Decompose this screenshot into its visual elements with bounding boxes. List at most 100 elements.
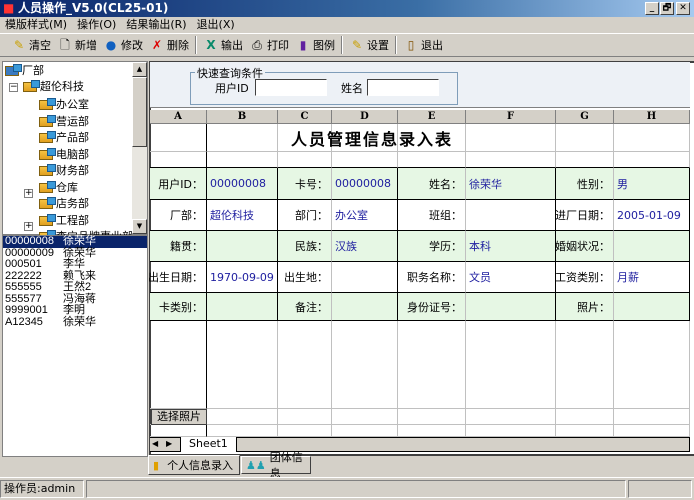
sheet-cell[interactable] xyxy=(150,321,207,409)
sheet-cell[interactable] xyxy=(556,124,614,152)
tab-personal-info[interactable]: ▮ 个人信息录入 xyxy=(148,455,240,475)
sheet-cell[interactable] xyxy=(466,425,556,437)
menu-exit[interactable]: 退出(X) xyxy=(192,17,240,33)
sheet-cell[interactable] xyxy=(614,409,690,425)
expand-icon[interactable]: + xyxy=(24,222,33,231)
field-value[interactable]: 超伦科技 xyxy=(207,200,278,231)
field-value[interactable]: 本科 xyxy=(466,231,556,262)
sheet-cell[interactable] xyxy=(398,409,466,425)
close-button[interactable]: ✕ xyxy=(676,2,690,15)
tree-dept[interactable]: 办公室 xyxy=(39,97,89,113)
field-value[interactable] xyxy=(466,200,556,231)
clear-button[interactable]: ✎ 清空 xyxy=(8,35,54,55)
sheet-cell[interactable] xyxy=(332,409,398,425)
menu-operation[interactable]: 操作(O) xyxy=(72,17,121,33)
scroll-down-button[interactable]: ▼ xyxy=(132,219,147,234)
column-header[interactable]: G xyxy=(556,110,614,124)
menu-template-style[interactable]: 模版样式(M) xyxy=(0,17,72,33)
tab-group-info[interactable]: ♟♟ 团体信息 xyxy=(241,451,311,480)
legend-button[interactable]: ▮ 图例 xyxy=(292,35,338,55)
sheet-cell[interactable] xyxy=(332,152,398,168)
sheet-next-icon[interactable]: ▶ xyxy=(166,439,172,448)
delete-button[interactable]: ✗ 删除 xyxy=(146,35,192,55)
export-button[interactable]: X 输出 xyxy=(200,35,246,55)
scroll-thumb[interactable] xyxy=(132,77,147,147)
sheet-cell[interactable] xyxy=(207,321,278,409)
sheet-cell[interactable] xyxy=(278,425,332,437)
sheet-cell[interactable] xyxy=(466,152,556,168)
field-value[interactable] xyxy=(332,293,398,321)
sheet-cell[interactable] xyxy=(207,425,278,437)
restore-button[interactable]: 🗗 xyxy=(660,2,674,15)
field-value[interactable] xyxy=(614,231,690,262)
print-button[interactable]: ⎙ 打印 xyxy=(246,35,292,55)
column-header[interactable]: A xyxy=(150,110,207,124)
sheet-cell[interactable] xyxy=(278,409,332,425)
field-value[interactable] xyxy=(466,293,556,321)
settings-button[interactable]: ✎ 设置 xyxy=(346,35,392,55)
edit-button[interactable]: ● 修改 xyxy=(100,35,146,55)
tree-company[interactable]: 超伦科技 xyxy=(23,79,84,95)
new-button[interactable]: 🗋 新增 xyxy=(54,35,100,55)
field-value[interactable]: 男 xyxy=(614,168,690,200)
department-tree[interactable]: 厂部 − 超伦科技 + + 办公室营运部产品部电脑部财务部仓库店务部工程部李宁品… xyxy=(2,61,148,243)
minimize-button[interactable]: _ xyxy=(645,2,659,15)
sheet-cell[interactable] xyxy=(150,152,207,168)
user-list[interactable]: 00000008 徐荣华 00000009 徐荣华 000501 李华 222222 赖飞来 5… xyxy=(2,235,148,457)
tree-dept[interactable]: 产品部 xyxy=(39,130,89,146)
sheet-cell[interactable] xyxy=(556,321,614,409)
tree-dept[interactable]: 工程部 xyxy=(39,213,89,229)
tree-dept[interactable]: 电脑部 xyxy=(39,147,89,163)
field-value[interactable]: 00000008 xyxy=(332,168,398,200)
tree-dept[interactable]: 财务部 xyxy=(39,163,89,179)
menu-result-output[interactable]: 结果输出(R) xyxy=(121,17,191,33)
tree-root[interactable]: 厂部 xyxy=(5,63,44,79)
field-value[interactable]: 月薪 xyxy=(614,262,690,293)
sheet-cell[interactable] xyxy=(398,321,466,409)
field-value[interactable]: 00000008 xyxy=(207,168,278,200)
column-header[interactable]: E xyxy=(398,110,466,124)
sheet-cell[interactable] xyxy=(332,425,398,437)
tree-scrollbar[interactable]: ▲ ▼ xyxy=(132,62,147,234)
sheet-cell[interactable] xyxy=(207,124,278,152)
user-id-input[interactable] xyxy=(255,79,327,96)
user-list-item[interactable]: A12345 徐荣华 xyxy=(3,316,147,329)
sheet-cell[interactable] xyxy=(398,425,466,437)
field-value[interactable] xyxy=(614,293,690,321)
field-value[interactable]: 文员 xyxy=(466,262,556,293)
tree-dept[interactable]: 店务部 xyxy=(39,196,89,212)
tree-dept[interactable]: 仓库 xyxy=(39,180,78,196)
field-value[interactable] xyxy=(332,262,398,293)
field-value[interactable] xyxy=(207,231,278,262)
sheet-cell[interactable] xyxy=(466,124,556,152)
field-value[interactable]: 1970-09-09 xyxy=(207,262,278,293)
sheet-cell[interactable] xyxy=(150,425,207,437)
sheet-cell[interactable] xyxy=(556,425,614,437)
field-value[interactable]: 徐荣华 xyxy=(466,168,556,200)
sheet-cell[interactable] xyxy=(332,321,398,409)
sheet-tab-sheet1[interactable]: Sheet1 xyxy=(180,437,237,452)
sheet-cell[interactable] xyxy=(614,321,690,409)
sheet-cell[interactable] xyxy=(150,124,207,152)
sheet-cell[interactable] xyxy=(614,124,690,152)
sheet-cell[interactable] xyxy=(207,409,278,425)
column-header[interactable]: D xyxy=(332,110,398,124)
select-photo-button[interactable]: 选择照片 xyxy=(151,409,207,425)
sheet-cell[interactable] xyxy=(398,152,466,168)
sheet-cell[interactable] xyxy=(556,409,614,425)
collapse-icon[interactable]: − xyxy=(9,83,18,92)
column-header[interactable]: B xyxy=(207,110,278,124)
field-value[interactable]: 办公室 xyxy=(332,200,398,231)
sheet-cell[interactable] xyxy=(278,152,332,168)
sheet-cell[interactable] xyxy=(207,152,278,168)
scroll-up-button[interactable]: ▲ xyxy=(132,62,147,77)
expand-icon[interactable]: + xyxy=(24,189,33,198)
sheet-cell[interactable] xyxy=(466,409,556,425)
exit-button[interactable]: ▯ 退出 xyxy=(400,35,446,55)
tree-dept[interactable]: 营运部 xyxy=(39,114,89,130)
name-input[interactable] xyxy=(367,79,439,96)
sheet-cell[interactable] xyxy=(614,425,690,437)
column-header[interactable]: C xyxy=(278,110,332,124)
column-header[interactable]: F xyxy=(466,110,556,124)
sheet-cell[interactable] xyxy=(278,321,332,409)
